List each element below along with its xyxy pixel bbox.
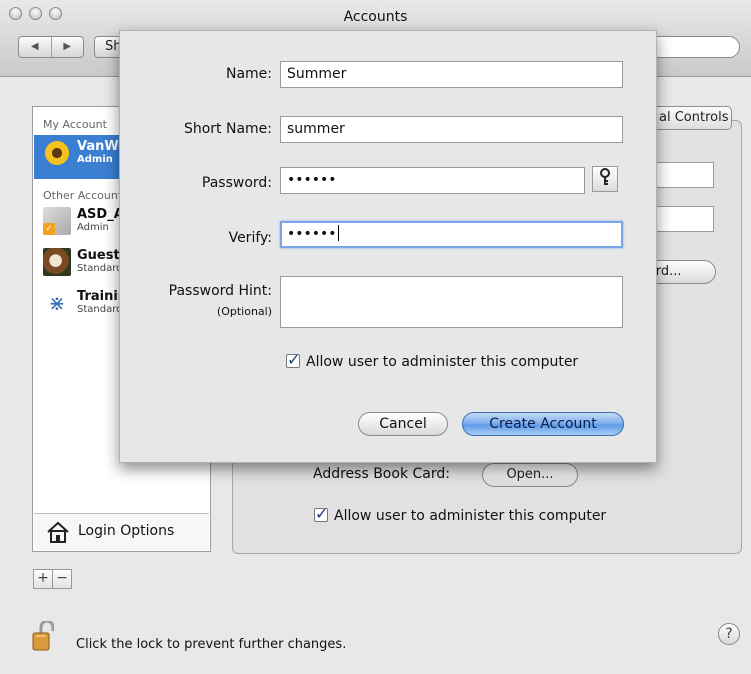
back-arrow-icon[interactable]: ◀	[19, 37, 52, 57]
window-title: Accounts	[343, 9, 408, 25]
short-name-label: Short Name:	[183, 121, 272, 137]
cancel-button[interactable]: Cancel	[358, 412, 448, 436]
add-account-button[interactable]: +	[33, 569, 53, 589]
verify-field-value: ••••••	[287, 226, 337, 242]
forward-arrow-icon[interactable]: ▶	[52, 37, 84, 57]
my-account-header: My Account	[43, 118, 107, 131]
remove-account-button[interactable]: −	[52, 569, 72, 589]
open-address-card-button[interactable]: Open...	[482, 463, 578, 487]
text-cursor	[337, 225, 339, 241]
admin-avatar-icon: ✓	[43, 207, 71, 235]
verify-field[interactable]: ••••••	[280, 221, 623, 248]
password-field[interactable]: ••••••	[280, 167, 585, 194]
dog-avatar-icon	[43, 248, 71, 276]
password-hint-optional: (Optional)	[216, 305, 272, 318]
house-icon	[47, 521, 69, 543]
create-account-button[interactable]: Create Account	[462, 412, 624, 436]
allow-admin-label: Allow user to administer this computer	[306, 354, 579, 370]
dragonfly-avatar-icon: ⋇	[48, 291, 66, 315]
name-label: Name:	[225, 66, 272, 82]
sunflower-avatar-icon	[43, 139, 71, 167]
bg-allow-admin-row[interactable]: Allow user to administer this computer	[314, 504, 607, 524]
password-hint-label: Password Hint:	[168, 283, 272, 299]
lock-open-icon[interactable]	[32, 621, 54, 651]
login-options-label: Login Options	[78, 523, 175, 539]
address-book-label: Address Book Card:	[313, 466, 450, 482]
new-account-sheet: Name: Summer Short Name: summer Password…	[119, 30, 657, 463]
other-accounts-header: Other Accounts	[43, 189, 128, 202]
tab-parental-controls[interactable]: al Controls	[659, 110, 728, 125]
name-field[interactable]: Summer	[280, 61, 623, 88]
account-item-guest[interactable]: Guest Standard	[43, 248, 123, 276]
back-forward-buttons[interactable]: ◀ ▶	[18, 36, 84, 58]
account-type: Standard	[77, 263, 123, 274]
allow-admin-checkbox[interactable]	[286, 350, 300, 369]
short-name-field[interactable]: summer	[280, 116, 623, 143]
login-options-button[interactable]: Login Options	[34, 513, 209, 550]
allow-admin-row[interactable]: Allow user to administer this computer	[286, 350, 579, 370]
bg-allow-admin-label: Allow user to administer this computer	[334, 508, 607, 524]
lock-hint-text: Click the lock to prevent further change…	[76, 637, 347, 652]
accounts-window: Accounts ◀ ▶ Show All ⚲ My Account VanW……	[0, 0, 751, 674]
verify-label: Verify:	[228, 230, 272, 246]
help-icon[interactable]: ?	[718, 623, 740, 645]
key-icon[interactable]	[592, 166, 618, 192]
password-label: Password:	[201, 175, 272, 191]
account-name: Guest	[77, 248, 120, 263]
key-glyph	[600, 168, 610, 185]
password-hint-field[interactable]	[280, 276, 623, 328]
bg-allow-admin-checkbox[interactable]	[314, 504, 328, 523]
